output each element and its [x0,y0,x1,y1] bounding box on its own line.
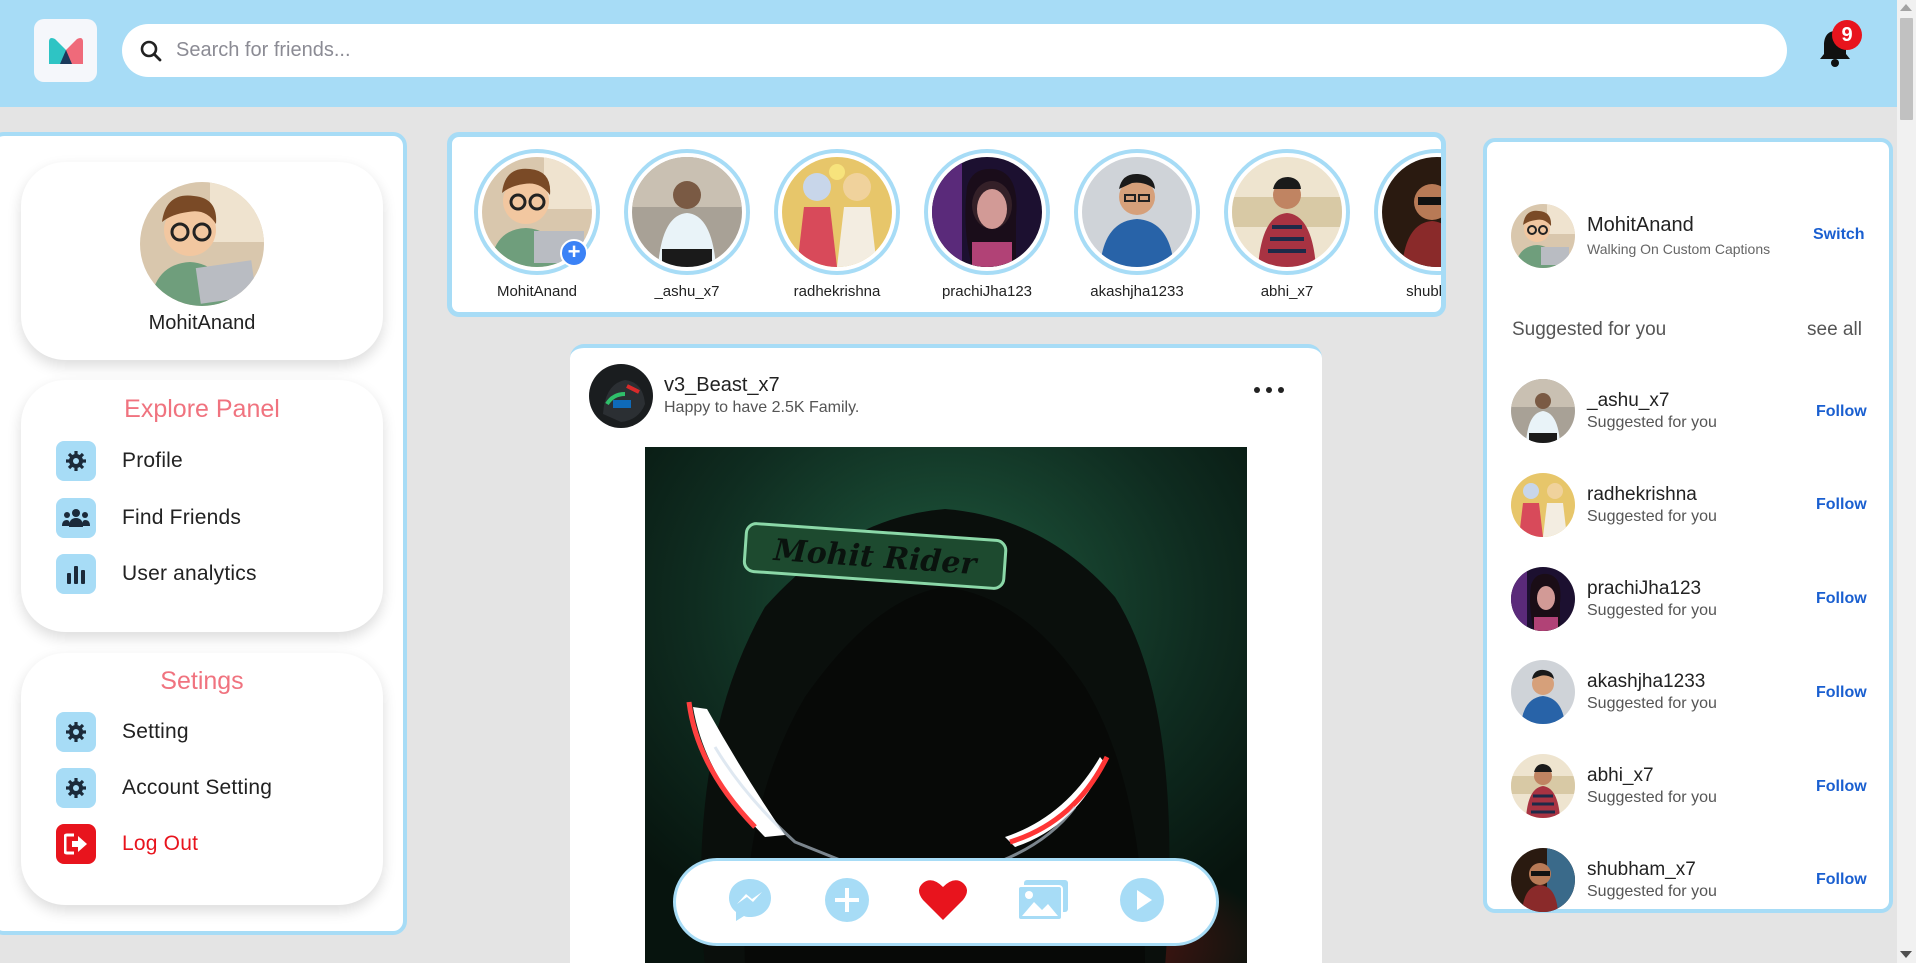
follow-button[interactable]: Follow [1816,403,1867,421]
settings-title: Setings [160,667,244,695]
post-username[interactable]: v3_Beast_x7 [664,374,780,397]
suggestion-sub: Suggested for you [1587,883,1717,900]
suggestion-name[interactable]: abhi_x7 [1587,765,1654,787]
see-all-link[interactable]: see all [1807,319,1862,341]
story-avatar [782,157,892,267]
story-ring [1074,149,1200,275]
menu-label: Find Friends [122,506,242,529]
messenger-icon[interactable] [723,873,777,927]
gear-icon [56,768,96,808]
menu-label: Setting [122,720,189,743]
search-bar[interactable] [122,24,1787,77]
menu-label: Profile [122,449,183,472]
story-ring: + [474,149,600,275]
story-name: akashjha1233 [1090,283,1184,300]
current-user-avatar[interactable] [1511,204,1575,268]
story-name: MohitAnand [496,283,578,300]
story-name: prachiJha123 [941,283,1033,300]
chart-icon [56,554,96,594]
suggestion-avatar[interactable] [1511,473,1575,537]
story-ring [774,149,900,275]
suggestion-sub: Suggested for you [1587,695,1717,712]
heart-icon[interactable] [916,873,970,927]
current-user-caption: Walking On Custom Captions [1587,241,1771,257]
suggestion-name[interactable]: akashjha1233 [1587,671,1705,693]
suggested-title: Suggested for you [1512,319,1667,340]
post-author-avatar[interactable] [589,364,653,428]
more-options-icon[interactable] [1254,380,1284,400]
users-icon [56,498,96,538]
menu-label: Log Out [122,832,199,855]
menu-account-setting[interactable]: Account Setting [56,768,272,808]
story-item[interactable]: shubham [1372,149,1446,300]
menu-setting[interactable]: Setting [56,712,189,752]
story-name: _ashu_x7 [654,283,720,300]
search-input[interactable] [176,39,1726,62]
suggestion-sub: Suggested for you [1587,789,1717,806]
scroll-down-icon[interactable] [1900,951,1912,958]
add-icon[interactable] [820,873,874,927]
story-ring [624,149,750,275]
suggestion-avatar[interactable] [1511,848,1575,912]
menu-label: Account Setting [122,776,273,799]
scrollbar[interactable] [1897,0,1916,963]
story-ring [1374,149,1441,275]
gallery-icon[interactable] [1016,873,1070,927]
explore-panel-title: Explore Panel [124,395,280,423]
suggestion-sub: Suggested for you [1587,508,1717,525]
app-logo[interactable] [34,19,97,82]
story-item[interactable]: radhekrishna [772,149,902,300]
follow-button[interactable]: Follow [1816,496,1867,514]
logout-icon [56,824,96,864]
suggestion-sub: Suggested for you [1587,414,1717,431]
story-item[interactable]: + MohitAnand [472,149,602,300]
story-item[interactable]: _ashu_x7 [622,149,752,300]
follow-button[interactable]: Follow [1816,590,1867,608]
stories-bar: + MohitAnand _ashu_x7 radhekrishna prach… [447,132,1446,317]
story-avatar [1082,157,1192,267]
gear-icon [56,712,96,752]
switch-account-link[interactable]: Switch [1813,226,1865,244]
gear-icon [56,441,96,481]
story-avatar [632,157,742,267]
suggestion-sub: Suggested for you [1587,602,1717,619]
current-user-name: MohitAnand [1587,214,1694,236]
suggestion-avatar[interactable] [1511,660,1575,724]
story-name: shubham [1406,283,1446,300]
story-ring [1224,149,1350,275]
play-icon[interactable] [1115,873,1169,927]
story-name: abhi_x7 [1260,283,1314,300]
notification-badge: 9 [1832,20,1862,50]
scroll-thumb[interactable] [1900,18,1913,120]
story-item[interactable]: abhi_x7 [1222,149,1352,300]
story-item[interactable]: akashjha1233 [1072,149,1202,300]
story-name: radhekrishna [793,283,881,300]
story-avatar [1382,157,1441,267]
story-avatar [932,157,1042,267]
suggestion-name[interactable]: prachiJha123 [1587,578,1701,600]
suggestion-name[interactable]: shubham_x7 [1587,859,1696,881]
menu-find-friends[interactable]: Find Friends [56,498,241,538]
profile-avatar[interactable] [140,182,264,306]
search-icon [138,38,164,64]
follow-button[interactable]: Follow [1816,684,1867,702]
post-caption: Happy to have 2.5K Family. [664,399,860,416]
scroll-up-icon[interactable] [1900,4,1912,11]
menu-label: User analytics [122,562,257,585]
menu-profile[interactable]: Profile [56,441,183,481]
suggestion-avatar[interactable] [1511,379,1575,443]
follow-button[interactable]: Follow [1816,778,1867,796]
follow-button[interactable]: Follow [1816,871,1867,889]
suggestion-name[interactable]: _ashu_x7 [1587,390,1669,412]
menu-user-analytics[interactable]: User analytics [56,554,257,594]
suggestion-avatar[interactable] [1511,754,1575,818]
add-story-icon[interactable]: + [560,239,588,267]
menu-log-out[interactable]: Log Out [56,824,198,864]
suggestion-avatar[interactable] [1511,567,1575,631]
profile-name: MohitAnand [148,312,256,334]
suggestion-name[interactable]: radhekrishna [1587,484,1697,506]
story-ring [924,149,1050,275]
story-item[interactable]: prachiJha123 [922,149,1052,300]
story-avatar [1232,157,1342,267]
